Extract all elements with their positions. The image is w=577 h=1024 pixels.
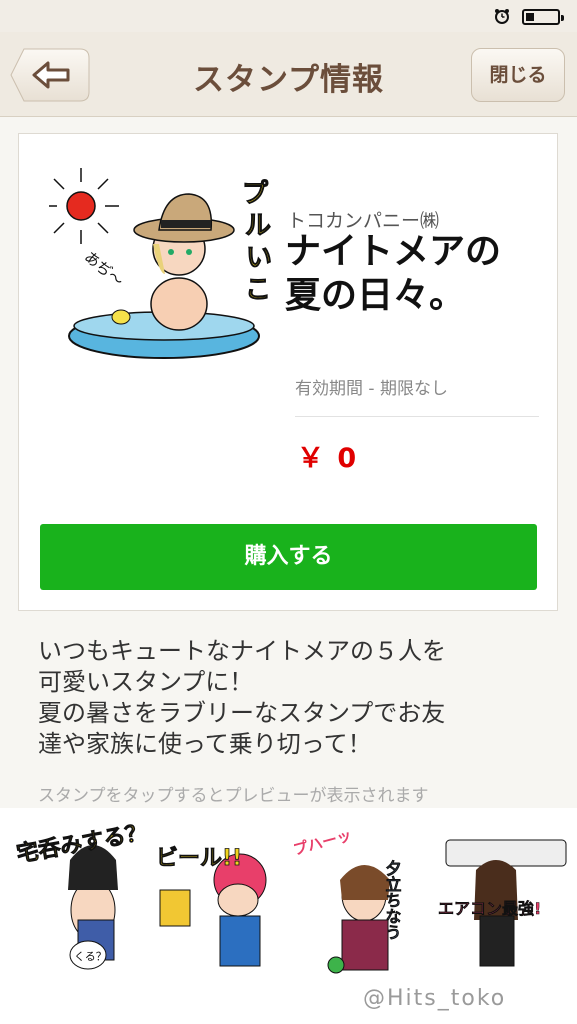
close-button[interactable]: 閉じる (471, 48, 565, 102)
status-bar (0, 0, 577, 32)
sticker-title-line1: ナイトメアの (285, 231, 502, 272)
sticker-preview-3[interactable]: プハーッ 夕立ちなう (294, 820, 434, 990)
nav-header: スタンプ情報 閉じる (0, 32, 577, 117)
back-button[interactable] (10, 48, 90, 102)
sticker-preview-4[interactable]: エアコン最強! (436, 820, 576, 990)
description-line: 夏の暑さをラブリーなスタンプでお友 (38, 699, 446, 727)
preview-4-text: エアコン最強! (438, 899, 541, 918)
sticker-title: ナイトメアの 夏の日々。 (285, 230, 555, 318)
description-line: 可愛いスタンプに！ (38, 668, 254, 696)
sticker-preview-2[interactable]: ビール!! (150, 820, 290, 990)
alarm-icon (495, 9, 509, 24)
preview-3-text2: 夕立ちなう (383, 859, 402, 940)
sticker-info-card: プ ル い こ あぢ〜 トコカンパニー㈱ ナイトメアの 夏の日々。 有効期間 -… (18, 133, 558, 611)
preview-3-text: プハーッ (294, 826, 354, 859)
validity-period: 有効期間 - 期限なし (295, 379, 448, 399)
sticker-text-1: プ (242, 179, 269, 209)
back-arrow-icon (10, 48, 90, 102)
divider (295, 416, 539, 417)
sticker-caption: あぢ〜 (81, 248, 127, 291)
publisher-name: トコカンパニー㈱ (287, 210, 440, 232)
sticker-preview-1[interactable]: 宅呑みする？ くる？ (8, 820, 148, 990)
watermark: @Hits_toko (363, 986, 507, 1011)
description: いつもキュートなナイトメアの５人を 可愛いスタンプに！ 夏の暑さをラブリーなスタ… (38, 636, 558, 760)
sticker-text-2: ル (245, 211, 271, 241)
purchase-button[interactable]: 購入する (40, 524, 537, 590)
preview-hint: スタンプをタップするとプレビューが表示されます (38, 786, 429, 806)
sticker-main-image: プ ル い こ あぢ〜 (49, 168, 273, 359)
preview-1-bubble: くる？ (74, 950, 107, 963)
sticker-text-3: い (246, 243, 272, 273)
page-title: スタンプ情報 (192, 62, 385, 98)
preview-2-text: ビール!! (156, 846, 242, 871)
price: ￥ 0 (297, 443, 359, 474)
sticker-text-4: こ (245, 275, 271, 305)
description-line: 達や家族に使って乗り切って！ (38, 730, 372, 758)
battery-icon (522, 9, 564, 25)
description-line: いつもキュートなナイトメアの５人を (38, 637, 446, 665)
sticker-title-line2: 夏の日々。 (285, 275, 466, 316)
